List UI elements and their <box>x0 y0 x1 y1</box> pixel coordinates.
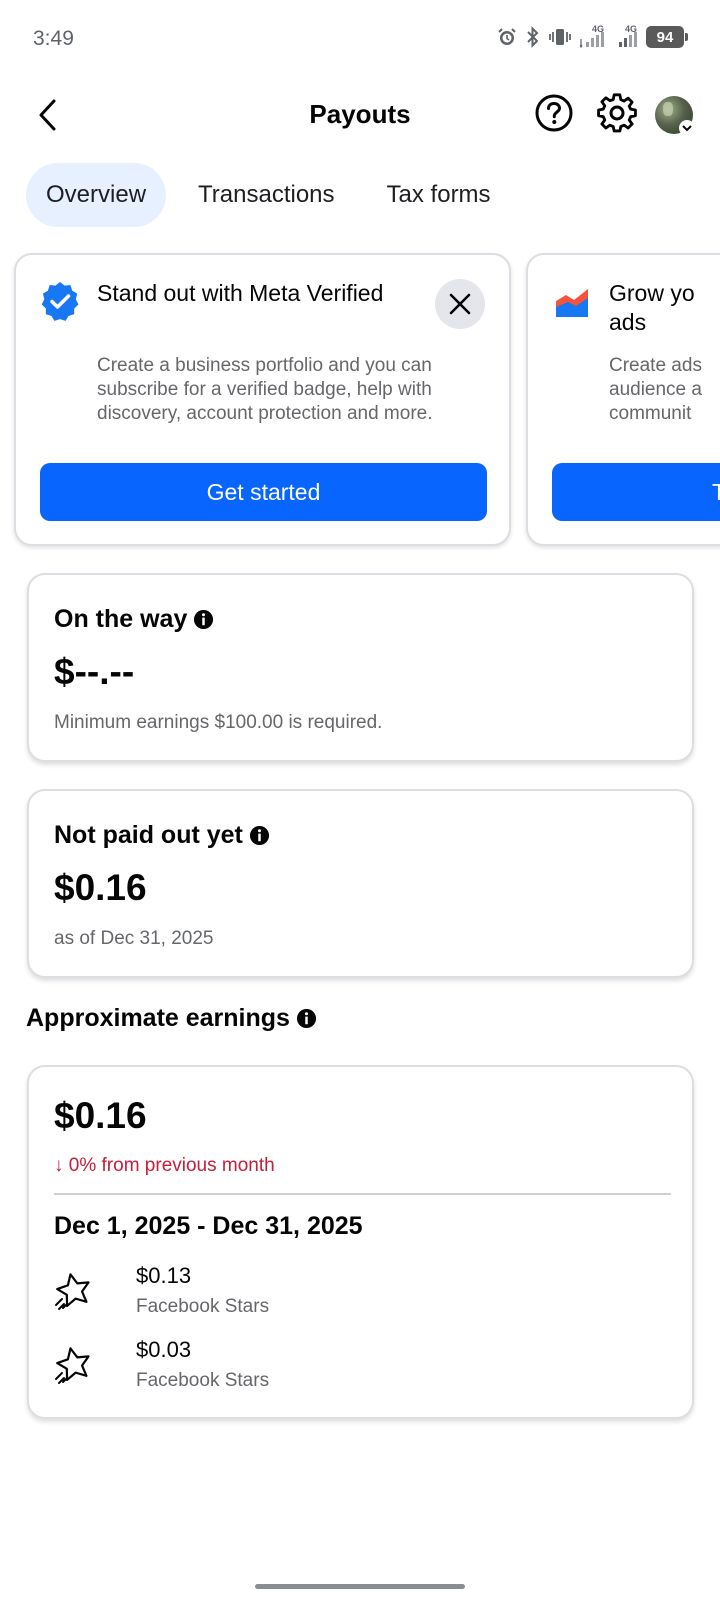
card-title: On the way <box>54 605 188 633</box>
not-paid-note: as of Dec 31, 2025 <box>54 928 214 949</box>
help-button[interactable] <box>534 93 574 133</box>
chart-icon <box>556 289 588 317</box>
info-icon[interactable] <box>296 1008 317 1029</box>
chevron-down-icon <box>682 125 692 132</box>
on-the-way-note: Minimum earnings $100.00 is required. <box>54 712 383 733</box>
not-paid-out-card[interactable]: Not paid out yet $0.16 as of Dec 31, 202… <box>27 789 694 978</box>
on-the-way-title-row: On the way <box>54 605 214 634</box>
alarm-icon <box>498 28 516 45</box>
section-title: Approximate earnings <box>26 1004 290 1032</box>
promo-cta-button[interactable]: T <box>552 463 720 521</box>
grow-with-ads-promo-card: Grow yo ads Create ads audience a commun… <box>526 253 720 546</box>
gear-icon <box>597 93 637 133</box>
promo-title: Stand out with Meta Verified <box>97 280 384 306</box>
earning-source: Facebook Stars <box>136 1296 270 1317</box>
question-circle-icon <box>535 94 573 132</box>
month-change-text: ↓ 0% from previous month <box>54 1155 275 1176</box>
promo-title: Grow yo ads <box>609 280 695 335</box>
earning-item[interactable]: $0.13 Facebook Stars <box>54 1263 654 1323</box>
card-title: Not paid out yet <box>54 821 243 849</box>
tab-bar: Overview Transactions Tax forms <box>26 163 523 227</box>
earning-source: Facebook Stars <box>136 1370 270 1391</box>
signal-1-icon: 4G <box>580 24 604 48</box>
info-icon[interactable] <box>249 825 270 846</box>
approximate-earnings-heading: Approximate earnings <box>26 1004 317 1033</box>
status-bar: 3:49 4G 4G 94 <box>0 0 720 80</box>
not-paid-amount: $0.16 <box>54 867 147 908</box>
get-started-button[interactable]: Get started <box>40 463 487 521</box>
tab-tax-forms[interactable]: Tax forms <box>367 163 511 227</box>
promo-body: Create ads audience a communit <box>609 355 702 424</box>
home-indicator[interactable] <box>255 1584 465 1589</box>
status-icons: 4G 4G 94 <box>497 24 688 48</box>
promo-body: Create a business portfolio and you can … <box>97 355 433 424</box>
divider <box>54 1193 671 1195</box>
close-promo-button[interactable] <box>435 279 485 329</box>
earning-amount: $0.03 <box>136 1337 192 1362</box>
star-icon <box>55 1347 90 1384</box>
app-header: Payouts <box>0 80 720 152</box>
meta-verified-promo-card: Stand out with Meta Verified Create a bu… <box>14 253 511 546</box>
on-the-way-card[interactable]: On the way $--.-- Minimum earnings $100.… <box>27 573 694 762</box>
tab-overview[interactable]: Overview <box>26 163 167 227</box>
date-range: Dec 1, 2025 - Dec 31, 2025 <box>54 1212 363 1240</box>
info-icon[interactable] <box>193 609 214 630</box>
status-time: 3:49 <box>33 27 74 50</box>
earning-amount: $0.13 <box>136 1263 192 1288</box>
vibrate-icon <box>549 29 571 45</box>
signal-2-icon: 4G <box>613 24 637 48</box>
on-the-way-amount: $--.-- <box>54 651 135 692</box>
approximate-earnings-card: $0.16 ↓ 0% from previous month Dec 1, 20… <box>27 1065 694 1419</box>
earning-item[interactable]: $0.03 Facebook Stars <box>54 1337 654 1397</box>
close-icon <box>449 293 471 315</box>
verified-badge-icon <box>41 282 79 321</box>
settings-button[interactable] <box>597 93 637 133</box>
star-icon <box>55 1273 90 1310</box>
battery-icon: 94 <box>646 26 688 48</box>
approx-amount: $0.16 <box>54 1095 147 1136</box>
bluetooth-icon <box>527 26 539 48</box>
not-paid-title-row: Not paid out yet <box>54 821 270 850</box>
avatar-menu-button[interactable] <box>679 120 695 136</box>
tab-transactions[interactable]: Transactions <box>178 163 355 227</box>
